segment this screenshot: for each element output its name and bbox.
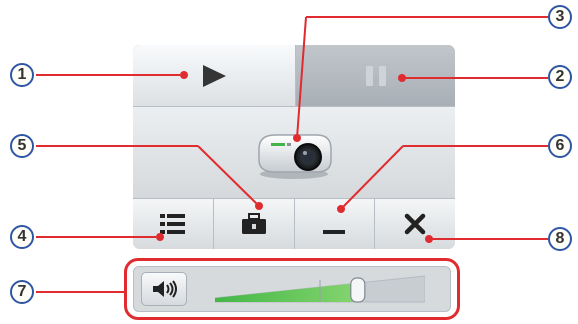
minimize-button[interactable]: [294, 199, 376, 249]
callout-2: 2: [548, 65, 572, 89]
callout-8: 8: [548, 227, 572, 251]
callout-4: 4: [10, 225, 34, 249]
play-button[interactable]: [133, 45, 296, 107]
volume-fill: [215, 283, 358, 302]
toolbar: [133, 199, 455, 249]
speaker-icon: [153, 280, 177, 298]
control-panel: [133, 45, 455, 249]
pause-icon: [365, 65, 386, 86]
speaker-button[interactable]: [141, 272, 187, 306]
list-icon: [159, 214, 185, 234]
projector-icon: [258, 133, 332, 179]
callout-3: 3: [548, 5, 572, 29]
callout-6: 6: [548, 134, 572, 158]
audio-controls-highlight: [124, 258, 460, 320]
callout-1: 1: [10, 63, 34, 87]
close-button[interactable]: [375, 199, 455, 249]
callout-5: 5: [10, 134, 34, 158]
callout-7: 7: [10, 280, 34, 304]
audio-controls: [133, 266, 451, 312]
close-icon: [404, 213, 426, 235]
minimize-icon: [323, 230, 346, 234]
volume-slider[interactable]: [215, 274, 425, 304]
pause-button[interactable]: [296, 45, 455, 107]
list-button[interactable]: [133, 199, 214, 249]
volume-thumb: [350, 277, 366, 303]
toolbox-button[interactable]: [213, 199, 295, 249]
projector-status-area: [133, 107, 455, 199]
annotated-ui-diagram: 1 2 3 4 5 6 7 8: [0, 0, 578, 324]
toolbox-icon: [241, 213, 266, 234]
play-icon: [203, 64, 226, 87]
